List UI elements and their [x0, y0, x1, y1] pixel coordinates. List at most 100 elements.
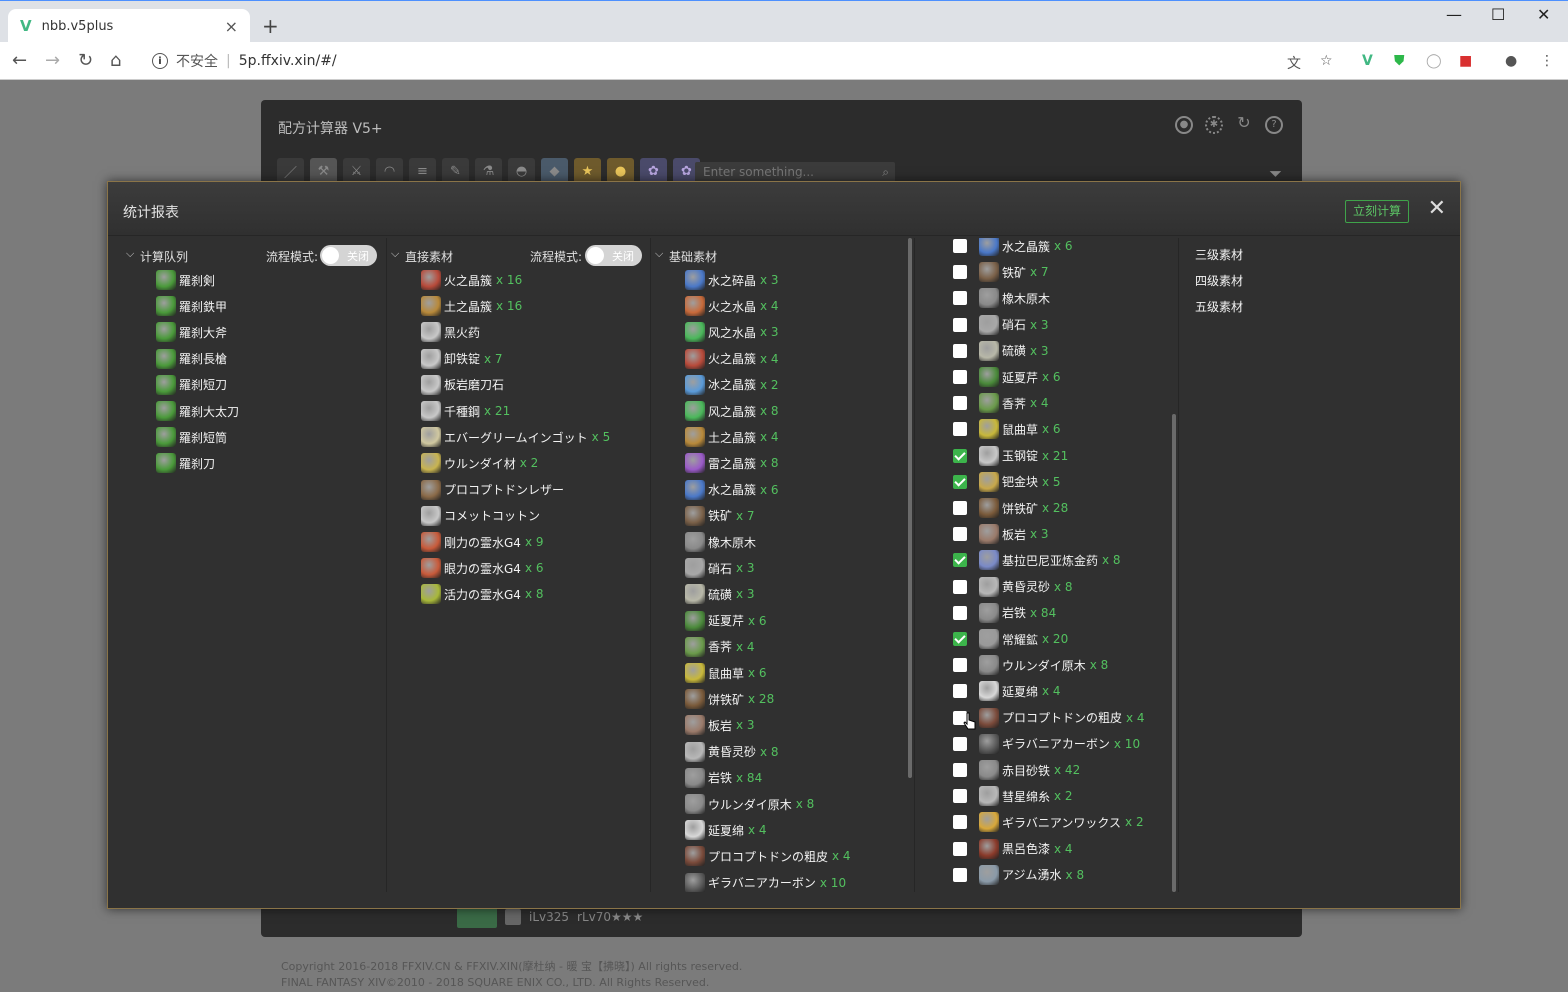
- direct-material-item[interactable]: 千種鋼 x 21: [421, 400, 510, 422]
- direct-material-item[interactable]: プロコプトドンレザー: [421, 479, 564, 501]
- item-checkbox[interactable]: [953, 553, 967, 568]
- item-checkbox[interactable]: [953, 265, 967, 280]
- queue-header[interactable]: ⌵ 计算队列 流程模式: 关闭: [122, 242, 386, 268]
- direct-material-item[interactable]: 剛力の霊水G4 x 9: [421, 531, 544, 553]
- direct-material-item[interactable]: エバーグリームインゴット x 5: [421, 426, 610, 448]
- shield-extension-icon[interactable]: ⛊: [1394, 53, 1405, 69]
- item-checkbox[interactable]: [953, 763, 967, 777]
- item-checkbox[interactable]: [953, 448, 967, 463]
- checklist-item[interactable]: プロコプトドンの粗皮 x 4: [953, 707, 1145, 729]
- item-checkbox[interactable]: [953, 579, 967, 594]
- calculate-now-button[interactable]: 立刻计算: [1344, 200, 1409, 223]
- bookmark-star-icon[interactable]: ☆: [1320, 53, 1333, 69]
- checklist-item[interactable]: 鼠曲草 x 6: [953, 418, 1061, 440]
- vue-devtools-icon[interactable]: V: [1362, 53, 1373, 69]
- checklist-item[interactable]: 延夏绵 x 4: [953, 680, 1061, 702]
- checklist-scrollbar[interactable]: [1172, 414, 1176, 892]
- base-material-item[interactable]: 火之晶簇 x 4: [685, 348, 779, 370]
- base-material-item[interactable]: 水之碎晶 x 3: [685, 269, 779, 291]
- item-checkbox[interactable]: [953, 605, 967, 620]
- queue-item[interactable]: 羅刹長槍: [156, 348, 227, 370]
- queue-item[interactable]: 羅刹短筒: [156, 426, 227, 448]
- base-material-item[interactable]: 硝石 x 3: [685, 557, 755, 579]
- base-material-item[interactable]: 硫磺 x 3: [685, 583, 755, 605]
- item-checkbox[interactable]: [953, 396, 967, 411]
- checklist-item[interactable]: アジム湧水 x 8: [953, 864, 1084, 886]
- base-material-item[interactable]: 鼠曲草 x 6: [685, 662, 767, 684]
- queue-flow-toggle[interactable]: 关闭: [320, 245, 377, 266]
- queue-item[interactable]: 羅刹鉄甲: [156, 295, 227, 317]
- checklist-item[interactable]: 橡木原木: [953, 287, 1050, 309]
- checklist-item[interactable]: 水之晶簇 x 6: [953, 238, 1073, 257]
- item-checkbox[interactable]: [953, 474, 967, 489]
- recipe-row[interactable]: iLv325 rLv70★★★: [457, 906, 643, 928]
- forward-icon[interactable]: →: [45, 50, 60, 71]
- checklist-item[interactable]: 延夏芹 x 6: [953, 366, 1061, 388]
- reload-icon[interactable]: ↻: [78, 50, 93, 71]
- checklist-item[interactable]: 饼铁矿 x 28: [953, 497, 1068, 519]
- base-material-item[interactable]: 板岩 x 3: [685, 714, 755, 736]
- item-checkbox[interactable]: [953, 422, 967, 437]
- item-checkbox[interactable]: [953, 343, 967, 358]
- circle-extension-icon[interactable]: ◯: [1426, 53, 1442, 69]
- base-material-item[interactable]: ウルンダイ原木 x 8: [685, 793, 814, 815]
- checklist-item[interactable]: 硫磺 x 3: [953, 340, 1049, 362]
- direct-material-item[interactable]: 土之晶簇 x 16: [421, 295, 522, 317]
- checklist-item[interactable]: 黄昏灵砂 x 8: [953, 576, 1073, 598]
- item-checkbox[interactable]: [953, 789, 967, 804]
- direct-material-item[interactable]: コメットコットン: [421, 505, 540, 527]
- base-material-item[interactable]: 冰之晶簇 x 2: [685, 374, 779, 396]
- base-material-item[interactable]: 延夏芹 x 6: [685, 610, 767, 632]
- checklist-item[interactable]: 基拉巴尼亚炼金药 x 8: [953, 549, 1121, 571]
- info-icon[interactable]: i: [152, 53, 168, 69]
- minimize-button[interactable]: —: [1446, 5, 1462, 24]
- maximize-button[interactable]: ☐: [1491, 5, 1505, 24]
- close-modal-icon[interactable]: ✕: [1428, 196, 1446, 221]
- refresh-icon[interactable]: ↻: [1235, 115, 1253, 134]
- checklist-item[interactable]: 黒呂色漆 x 4: [953, 838, 1073, 860]
- base-material-item[interactable]: 香荠 x 4: [685, 636, 755, 658]
- direct-material-item[interactable]: 板岩磨刀石: [421, 374, 504, 396]
- item-checkbox[interactable]: [953, 317, 967, 332]
- queue-item[interactable]: 羅刹刀: [156, 452, 215, 474]
- checklist-item[interactable]: ギラバニアカーボン x 10: [953, 733, 1140, 755]
- checklist-item[interactable]: 铁矿 x 7: [953, 261, 1049, 283]
- base-header[interactable]: ⌵ 基础素材: [651, 242, 913, 268]
- item-checkbox[interactable]: [953, 527, 967, 542]
- direct-material-item[interactable]: 火之晶簇 x 16: [421, 269, 522, 291]
- base-material-item[interactable]: 延夏绵 x 4: [685, 819, 767, 841]
- base-material-item[interactable]: 土之晶簇 x 4: [685, 426, 779, 448]
- address-bar[interactable]: i 不安全 | 5p.ffxiv.xin/#/: [142, 47, 1272, 75]
- queue-item[interactable]: 羅刹大太刀: [156, 400, 239, 422]
- item-checkbox[interactable]: [953, 370, 967, 384]
- translate-icon[interactable]: 文: [1287, 53, 1301, 73]
- item-checkbox[interactable]: [953, 684, 967, 699]
- base-material-item[interactable]: 铁矿 x 7: [685, 505, 755, 527]
- red-extension-icon[interactable]: ■: [1459, 53, 1472, 69]
- item-checkbox[interactable]: [953, 815, 967, 830]
- tab-close-icon[interactable]: ×: [225, 17, 238, 36]
- base-material-item[interactable]: 风之晶簇 x 8: [685, 400, 779, 422]
- checklist-item[interactable]: 香荠 x 4: [953, 392, 1049, 414]
- checklist-item[interactable]: 板岩 x 3: [953, 523, 1049, 545]
- close-window-button[interactable]: ✕: [1537, 5, 1550, 24]
- checklist-item[interactable]: 玉钢锭 x 21: [953, 445, 1068, 467]
- item-checkbox[interactable]: [953, 841, 967, 856]
- item-checkbox[interactable]: [953, 658, 967, 673]
- tier-item[interactable]: 四级素材: [1195, 269, 1243, 291]
- base-material-item[interactable]: ギラバニアカーボン x 10: [685, 872, 846, 892]
- home-icon[interactable]: ⌂: [110, 50, 121, 71]
- item-checkbox[interactable]: [953, 239, 967, 253]
- checklist-item[interactable]: 彗星绵糸 x 2: [953, 785, 1073, 807]
- queue-item[interactable]: 羅刹短刀: [156, 374, 227, 396]
- direct-flow-toggle[interactable]: 关闭: [585, 245, 642, 266]
- new-tab-button[interactable]: +: [262, 14, 279, 38]
- direct-material-item[interactable]: 黑火药: [421, 321, 480, 343]
- direct-header[interactable]: ⌵ 直接素材 流程模式: 关闭: [387, 242, 649, 268]
- base-material-item[interactable]: 岩铁 x 84: [685, 767, 762, 789]
- base-material-item[interactable]: 黄昏灵砂 x 8: [685, 741, 779, 763]
- checklist-item[interactable]: ギラバニアンワックス x 2: [953, 811, 1144, 833]
- help-icon[interactable]: ?: [1265, 116, 1283, 134]
- checklist-item[interactable]: ウルンダイ原木 x 8: [953, 654, 1108, 676]
- checklist-item[interactable]: 常耀鉱 x 20: [953, 628, 1068, 650]
